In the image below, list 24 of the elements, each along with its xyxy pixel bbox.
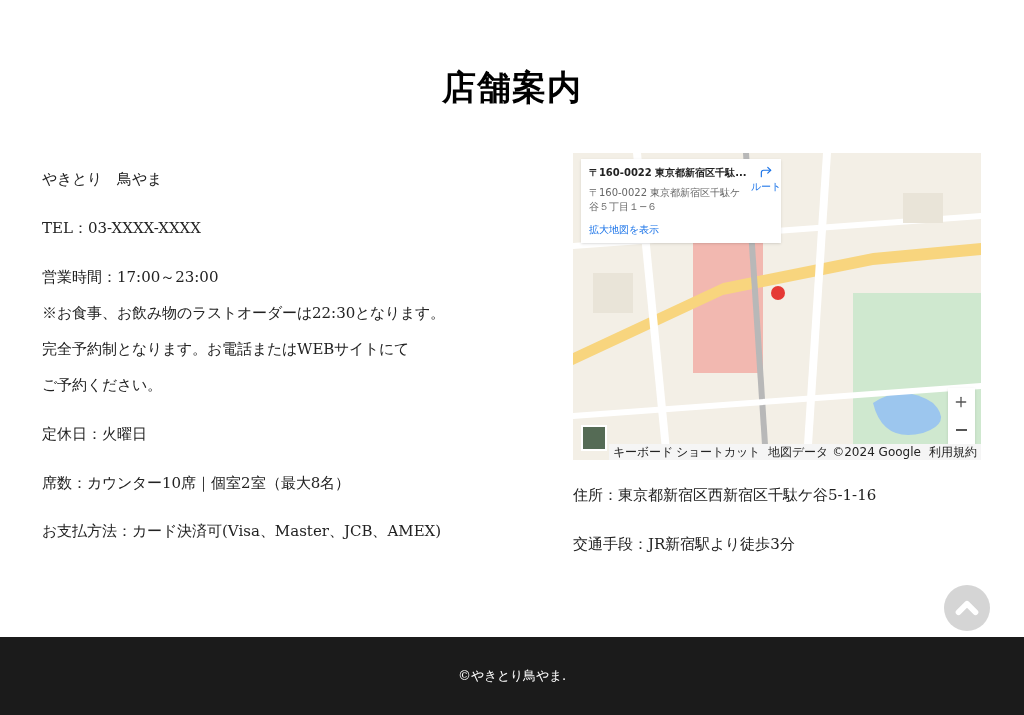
map-attribution: 地図データ ©2024 Google: [768, 444, 921, 460]
page-title: 店舗案内: [442, 66, 582, 109]
info-text: 席数：カウンター10席｜個室2室（最大8名）: [42, 472, 352, 494]
info-text: お支払方法：カード決済可(Visa、Master、JCB、AMEX): [42, 521, 443, 542]
info-text: 完全予約制となります。お電話またはWEBサイトにて: [42, 339, 411, 360]
info-text: ご予約ください。: [42, 375, 163, 396]
info-text: 営業時間：17:00～23:00: [42, 267, 220, 288]
map[interactable]: 〒160-0022 東京都新宿区千駄... 〒160-0022 東京都新宿区千駄ケ谷５丁目１−６ ルート 拡大地図を表示 キーボード ショートカット 地図データ ©2024 Google 利用規約: [572, 153, 981, 460]
copyright-text: ©やきとり鳥やま.: [457, 667, 567, 686]
info-text: やきとり 鳥やま: [42, 169, 163, 190]
info-text: TEL：03-XXXX-XXXX: [42, 217, 202, 239]
access-text: 交通手段：JR新宿駅より徒歩3分: [572, 533, 796, 555]
info-text: ※お食事、お飲み物のラストオーダーは22:30となります。: [42, 303, 447, 324]
larger-map-link[interactable]: 拡大地図を表示: [588, 222, 773, 237]
satellite-toggle[interactable]: [580, 425, 607, 451]
map-attribution[interactable]: 利用規約: [928, 444, 977, 460]
map-attribution[interactable]: キーボード ショートカット: [612, 444, 761, 460]
route-link[interactable]: ルート: [750, 165, 781, 214]
access-text: 住所：東京都新宿区西新宿区千駄ケ谷5-1-16: [572, 485, 878, 506]
place-title: 〒160-0022 東京都新宿区千駄...: [588, 166, 747, 180]
info-text: 定休日：火曜日: [42, 424, 148, 445]
place-address: 〒160-0022 東京都新宿区千駄ケ谷５丁目１−６: [588, 186, 742, 214]
minus-icon: [955, 429, 967, 431]
directions-icon: [758, 165, 773, 179]
